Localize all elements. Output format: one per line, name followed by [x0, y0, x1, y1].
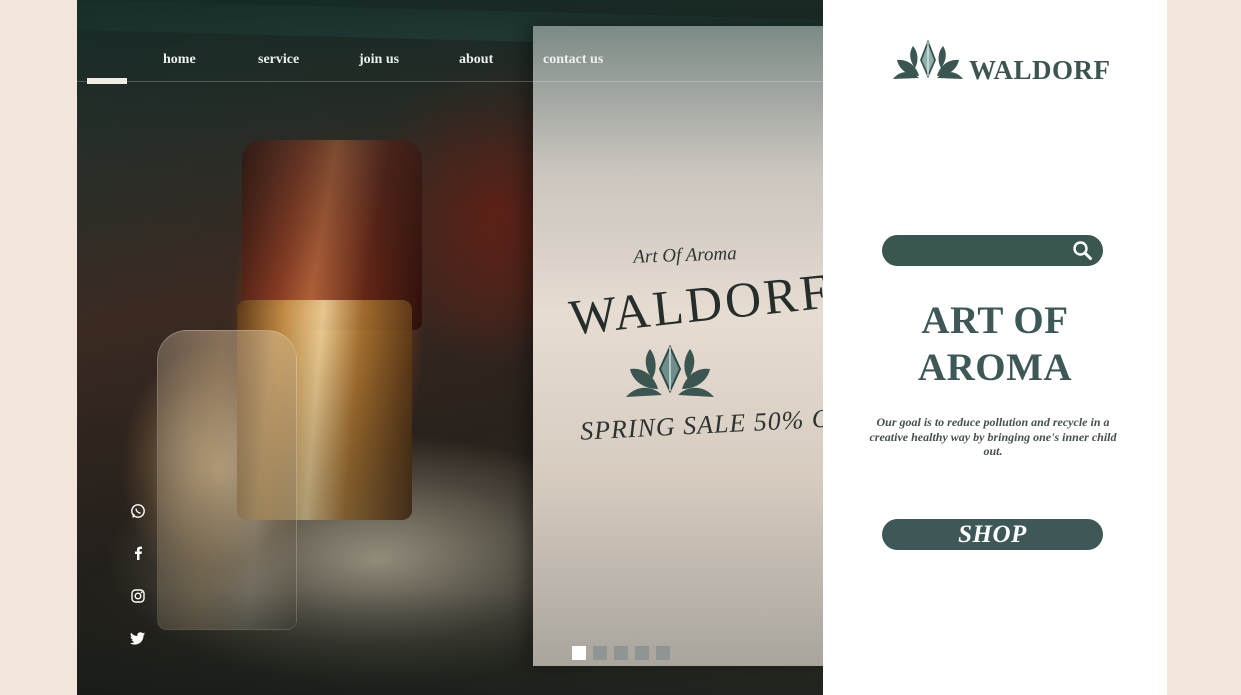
slide-dot-3[interactable]: [614, 646, 628, 660]
sale-card-content: Art Of Aroma WALDORF SPRING SALE 50% OFF: [540, 243, 866, 446]
search-input[interactable]: [896, 240, 1066, 261]
shop-button[interactable]: SHOP: [882, 519, 1103, 550]
brand-name: WALDORF: [969, 55, 1111, 85]
nav-contact-us[interactable]: contact us: [543, 52, 603, 68]
headline-line-1: ART OF: [921, 299, 1069, 342]
slide-indicators: [572, 646, 670, 660]
nav-about[interactable]: about: [459, 52, 493, 68]
twitter-icon[interactable]: [130, 630, 146, 646]
sale-card-title: WALDORF: [566, 262, 834, 346]
search-bar: [882, 235, 1103, 266]
nav-join-us[interactable]: join us: [359, 52, 399, 68]
slide-dot-2[interactable]: [593, 646, 607, 660]
whatsapp-icon[interactable]: [130, 503, 146, 519]
slide-dot-4[interactable]: [635, 646, 649, 660]
nav-home[interactable]: home: [163, 52, 196, 68]
brand-logo[interactable]: WALDORF: [891, 39, 1111, 85]
page-headline: ART OF AROMA: [823, 297, 1167, 391]
slide-dot-1[interactable]: [572, 646, 586, 660]
side-panel: WALDORF ART OF AROMA Our goal is to redu…: [823, 0, 1167, 695]
mission-statement: Our goal is to reduce pollution and recy…: [869, 415, 1117, 458]
top-navigation: [77, 0, 823, 82]
instagram-icon[interactable]: [130, 588, 146, 604]
headline-line-2: AROMA: [917, 346, 1073, 389]
nav-service[interactable]: service: [258, 52, 299, 68]
lotus-emblem-icon: [500, 339, 840, 404]
facebook-icon[interactable]: [130, 545, 146, 561]
slide-dot-5[interactable]: [656, 646, 670, 660]
search-icon[interactable]: [1072, 240, 1093, 261]
nav-active-indicator: [87, 78, 127, 84]
lotus-logo-icon: [891, 39, 965, 85]
